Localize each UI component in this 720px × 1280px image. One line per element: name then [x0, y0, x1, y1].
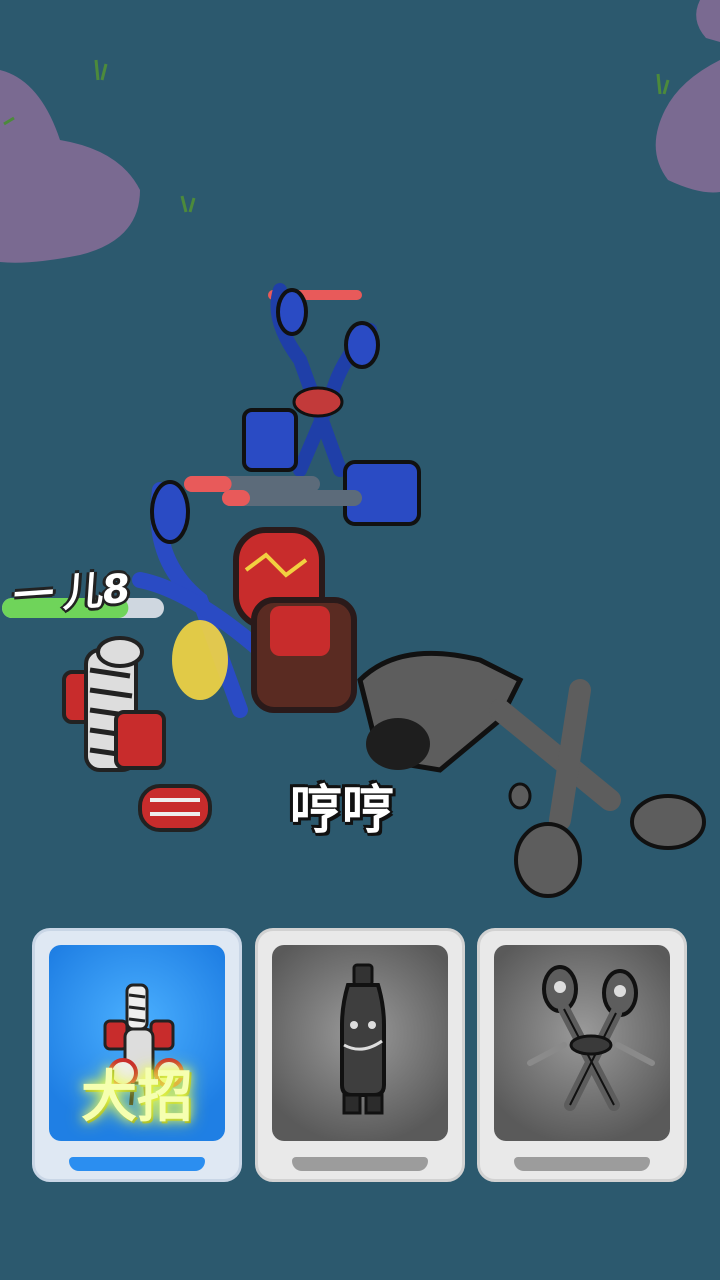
taunt-speech-text: 哼哼 — [290, 781, 395, 841]
bottle-fighter-icon — [340, 963, 386, 1115]
ultimate-ready-label: 大招 — [81, 1065, 193, 1130]
gray-scissors-enemy — [489, 679, 706, 898]
card-portrait-zebra: 大招 — [49, 945, 225, 1141]
fighter-card-bottle[interactable] — [255, 928, 465, 1182]
card-zebra-select-bar — [69, 1157, 205, 1171]
enemy-bottle-health-bars — [184, 476, 362, 506]
card-bottle-bar — [292, 1157, 428, 1171]
damage-number-popup: 一 儿8 — [11, 566, 130, 620]
player-zebra-fighter — [2, 598, 212, 832]
rock-top-right — [696, 0, 720, 42]
card-portrait-scissors — [494, 945, 670, 1141]
scissors-fighter-icon — [527, 965, 655, 1111]
rock-right — [655, 60, 720, 193]
card-scissors-bar — [514, 1157, 650, 1171]
fighter-card-zebra[interactable]: 大招 — [32, 928, 242, 1182]
card-portrait-bottle — [272, 945, 448, 1141]
fighter-card-scissors[interactable] — [477, 928, 687, 1182]
rock-left — [0, 70, 140, 263]
